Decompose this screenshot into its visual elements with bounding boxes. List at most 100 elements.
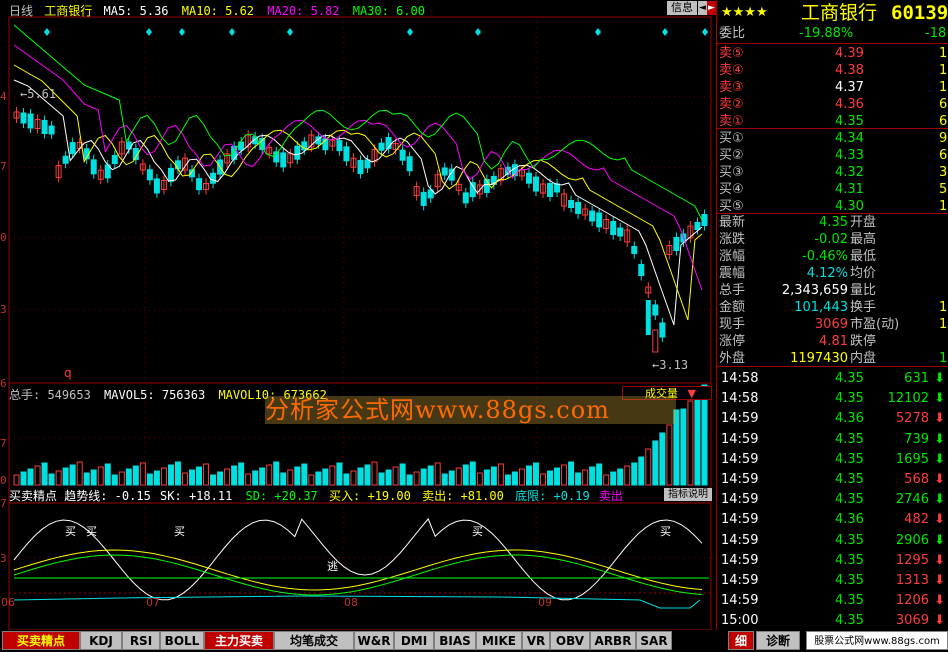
tick-row: 14:59 4.35 1695 ⬇: [717, 450, 948, 470]
tab-4[interactable]: 主力买卖: [204, 631, 274, 650]
stat-label: 总手: [719, 283, 746, 298]
tick-time: 14:58: [721, 391, 759, 407]
tick-price: 4.36: [835, 512, 864, 528]
volume-bar: [266, 464, 273, 486]
bid-row: 买① 4.34 9: [717, 130, 948, 147]
wei-cha-value: -18: [925, 26, 947, 41]
candle-body: [547, 182, 554, 197]
tab-5[interactable]: 均笔成交: [274, 631, 354, 650]
arrow-down-icon: ⬇: [934, 532, 945, 548]
tab-11[interactable]: OBV: [550, 631, 590, 650]
tab-6[interactable]: W&R: [354, 631, 394, 650]
ma5-line: [13, 79, 703, 326]
tick-row: 14:59 4.35 1313 ⬇: [717, 571, 948, 591]
kline-chart-area[interactable]: 日线 工商银行 MA5: 5.36 MA10: 5.62 MA20: 5.82 …: [0, 0, 716, 630]
tab-7[interactable]: DMI: [394, 631, 434, 650]
tab-10[interactable]: VR: [522, 631, 550, 650]
period-label[interactable]: 日线: [9, 4, 33, 18]
signal-diamond: [662, 28, 668, 36]
volume-bar: [561, 464, 568, 486]
tab-13[interactable]: SAR: [636, 631, 672, 650]
candle-body: [589, 210, 596, 222]
price-tick: 4: [0, 90, 7, 103]
moving-average-lines: [13, 24, 703, 326]
stat-row: 涨幅 -0.46% 最低: [717, 248, 948, 265]
volume-bar: [399, 463, 406, 486]
stat-value: 1.: [939, 300, 948, 315]
volume-bar: [69, 464, 76, 486]
signal-diamond: [702, 28, 708, 36]
stat-row: 现手 3069 市盈(动) 1: [717, 316, 948, 333]
tick-price: 4.35: [835, 492, 864, 508]
volume-bar: [287, 469, 294, 486]
candle-body: [343, 146, 350, 162]
tick-row: 15:00 4.35 3069 ⬇: [717, 611, 948, 631]
bid-volume: 3: [939, 165, 948, 180]
candle-body: [610, 221, 617, 235]
bid-price: 4.31: [835, 182, 864, 197]
volume-bar: [582, 469, 589, 486]
candle-body: [406, 156, 413, 172]
tick-row: 14:58 4.35 12102 ⬇: [717, 389, 948, 409]
x-axis-label: 09: [538, 596, 552, 609]
indicator-name: 买卖精点 趋势线: -0.15: [9, 489, 151, 503]
tab-0[interactable]: 买卖精点: [2, 631, 80, 650]
stat-label: 均价: [850, 266, 877, 281]
volume-bar: [203, 463, 210, 486]
volume-bar: [139, 462, 146, 486]
candle-body: [659, 322, 666, 338]
volume-bar: [371, 461, 378, 486]
candle-body: [280, 152, 287, 168]
tick-volume: 1695: [895, 451, 929, 467]
info-button[interactable]: 信息: [667, 1, 697, 15]
volume-bar: [434, 462, 441, 486]
tab-3[interactable]: BOLL: [160, 631, 204, 650]
tick-time: 14:59: [721, 573, 759, 588]
indicator-tabs: 买卖精点 KDJ RSI BOLL 主力买卖 均笔成交 W&R DMI BIAS MIKE VR OB…: [0, 630, 948, 652]
volume-bar: [652, 440, 659, 486]
tab-detail[interactable]: 细: [728, 631, 754, 650]
tick-price: 4.36: [835, 411, 864, 427]
rating-stars: ★★★★: [721, 5, 768, 20]
volume-bar: [231, 465, 238, 486]
site-link[interactable]: 股票公式网www.88gs.com: [806, 631, 948, 650]
candle-body: [378, 142, 385, 151]
tick-volume: 1313: [895, 573, 929, 588]
volume-bar: [273, 461, 280, 486]
tab-1[interactable]: KDJ: [80, 631, 122, 650]
ask-label: 卖④: [719, 63, 744, 78]
bid-price: 4.34: [835, 131, 864, 146]
tick-price: 4.35: [835, 593, 864, 609]
stat-label: 换手: [850, 300, 877, 315]
wei-bi-value: -19.88%: [799, 26, 854, 41]
volume-bar: [427, 465, 434, 486]
indicator-help-button[interactable]: 指标说明: [664, 488, 712, 501]
scroll-left-button[interactable]: ◄: [698, 1, 707, 15]
scroll-right-button[interactable]: ►: [707, 1, 716, 15]
candle-body: [27, 113, 34, 129]
tick-volume: 482: [904, 512, 929, 528]
candle-body: [575, 202, 582, 214]
candle-body: [357, 159, 364, 174]
chart-canvas[interactable]: [0, 0, 716, 630]
buy-in-value: 买入: +19.00: [329, 489, 411, 503]
arrow-down-icon: ⬇: [934, 552, 945, 568]
total-hands: 总手: 549653: [9, 388, 91, 402]
buy-marker: 买: [65, 525, 76, 538]
tab-8[interactable]: BIAS: [434, 631, 476, 650]
tab-9[interactable]: MIKE: [476, 631, 522, 650]
tab-diagnose[interactable]: 诊断: [756, 631, 800, 650]
volume-bar: [441, 473, 448, 486]
candle-body: [652, 304, 659, 316]
ask-row: 卖⑤ 4.39 17: [717, 45, 948, 62]
candle-body: [462, 192, 469, 204]
ask-price: 4.38: [835, 63, 864, 78]
candle-body: [631, 246, 638, 254]
volume-bar: [196, 466, 203, 486]
stat-label: 现手: [719, 317, 746, 332]
ask-price: 4.36: [835, 97, 864, 112]
tab-2[interactable]: RSI: [122, 631, 160, 650]
arrow-down-icon: ⬇: [934, 391, 945, 407]
indicator-tick: 7: [0, 497, 7, 510]
tab-12[interactable]: ARBR: [590, 631, 636, 650]
